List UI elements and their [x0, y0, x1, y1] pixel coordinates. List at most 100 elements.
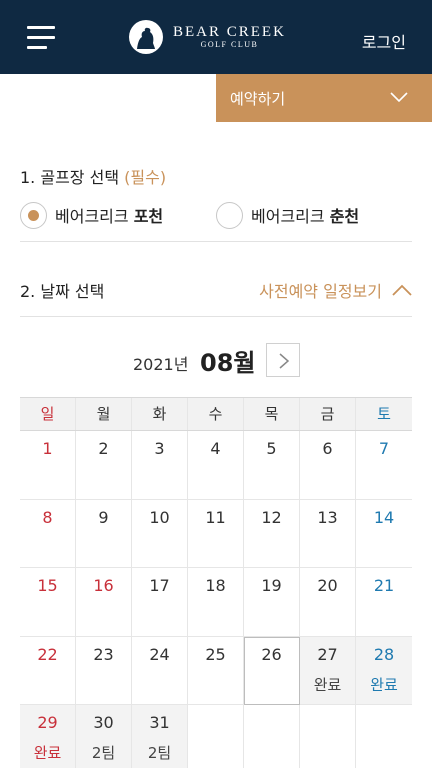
day-number: 11: [205, 507, 226, 527]
day-number: 3: [154, 439, 165, 458]
calendar-day-cell[interactable]: 26: [244, 636, 300, 705]
calendar-day-cell[interactable]: 4: [188, 431, 244, 500]
chevron-up-icon: [392, 284, 412, 296]
section-divider: [20, 241, 412, 242]
day-number: 13: [317, 507, 338, 527]
day-number: 1: [42, 439, 53, 458]
weekday-sat: 토: [377, 405, 391, 423]
calendar-empty-cell: [244, 705, 300, 768]
calendar-day-cell[interactable]: 9: [76, 499, 132, 568]
course-select-title: 1. 골프장 선택 (필수): [20, 168, 167, 187]
day-status: 완료: [33, 744, 62, 762]
calendar-day-cell[interactable]: 27 완료: [300, 636, 356, 705]
brand-subtitle: GOLF CLUB: [200, 40, 259, 49]
menu-icon[interactable]: [27, 26, 55, 50]
course-option-chuncheon[interactable]: 베어크리크 춘천: [216, 200, 359, 230]
calendar-grid: 일 월 화 수 목 금 토 1 2 3 4 5 6 7 8 9 10 11 12 13 14 15 16 17 1…: [20, 397, 412, 768]
calendar-day-cell[interactable]: 31 2팀: [132, 705, 188, 768]
calendar-day-cell[interactable]: 28 완료: [356, 636, 412, 705]
day-status: 2팀: [147, 744, 172, 762]
day-number: 19: [261, 576, 282, 595]
calendar-day-cell[interactable]: 3: [132, 431, 188, 500]
calendar-day-cell[interactable]: 6: [300, 431, 356, 500]
day-number: 14: [373, 507, 395, 527]
calendar-day-cell[interactable]: 8: [20, 499, 76, 568]
calendar-empty-cell: [300, 705, 356, 768]
day-number: 2: [98, 439, 109, 458]
calendar-day-cell[interactable]: 15: [20, 568, 76, 637]
app-header: BEAR CREEK GOLF CLUB 로그인: [0, 0, 432, 74]
calendar-day-cell[interactable]: 11: [188, 499, 244, 568]
calendar-day-cell[interactable]: 21: [356, 568, 412, 637]
bear-emblem-icon: [129, 20, 163, 54]
day-number: 22: [37, 644, 58, 664]
calendar-day-cell[interactable]: 5: [244, 431, 300, 500]
weekday-tue: 화: [132, 398, 188, 430]
day-number: 26: [261, 644, 282, 664]
day-number: 29: [37, 713, 58, 732]
calendar-day-cell[interactable]: 2: [76, 431, 132, 500]
brand-title: BEAR CREEK: [173, 24, 286, 40]
calendar-day-cell[interactable]: 12: [244, 499, 300, 568]
calendar-day-cell[interactable]: 24: [132, 636, 188, 705]
day-number: 17: [149, 576, 170, 595]
day-status: 2팀: [91, 744, 116, 762]
chevron-right-icon: [279, 353, 290, 369]
reserve-label: 예약하기: [230, 90, 286, 108]
chevron-down-icon: [390, 92, 408, 103]
calendar-days: 1 2 3 4 5 6 7 8 9 10 11 12 13 14 15 16 17 18 19 20 21 22 23 24 2…: [20, 431, 412, 768]
weekday-fri: 금: [300, 398, 356, 430]
radio-checked-icon[interactable]: [20, 201, 47, 229]
calendar-day-cell[interactable]: 30 2팀: [76, 705, 132, 768]
day-number: 7: [378, 439, 390, 458]
day-number: 12: [261, 507, 282, 527]
day-number: 9: [98, 507, 109, 527]
section-divider: [20, 316, 412, 317]
brand-logo[interactable]: BEAR CREEK GOLF CLUB: [127, 19, 286, 55]
calendar-day-cell[interactable]: 18: [188, 568, 244, 637]
day-number: 25: [205, 644, 226, 664]
next-month-button[interactable]: [266, 343, 300, 377]
day-number: 20: [317, 576, 338, 595]
calendar-day-cell[interactable]: 25: [188, 636, 244, 705]
day-status: 완료: [370, 675, 398, 694]
calendar-empty-cell: [356, 705, 412, 768]
month-navigator: 2021년 08월: [0, 342, 432, 378]
day-number: 15: [37, 576, 58, 595]
calendar-day-cell[interactable]: 20: [300, 568, 356, 637]
year-label: 2021년: [133, 355, 189, 374]
day-number: 27: [317, 644, 338, 664]
date-select-title: 2. 날짜 선택: [20, 282, 105, 301]
day-number: 6: [322, 439, 333, 458]
day-status: 완료: [313, 675, 342, 694]
calendar-day-cell[interactable]: 17: [132, 568, 188, 637]
day-number: 21: [373, 576, 395, 595]
weekday-header: 일 월 화 수 목 금 토: [20, 397, 412, 431]
weekday-wed: 수: [188, 398, 244, 430]
calendar-day-cell[interactable]: 10: [132, 499, 188, 568]
calendar-day-cell[interactable]: 7: [356, 431, 412, 500]
day-number: 4: [210, 439, 221, 458]
weekday-thu: 목: [244, 398, 300, 430]
required-badge: (필수): [124, 168, 167, 187]
calendar-day-cell[interactable]: 23: [76, 636, 132, 705]
calendar-day-cell[interactable]: 29 완료: [20, 705, 76, 768]
day-number: 28: [373, 644, 395, 664]
day-number: 31: [149, 713, 170, 732]
pre-reservation-schedule-link[interactable]: 사전예약 일정보기: [259, 278, 412, 302]
calendar-day-cell[interactable]: 1: [20, 431, 76, 500]
login-link[interactable]: 로그인: [362, 29, 406, 53]
day-number: 18: [205, 576, 226, 595]
calendar-day-cell[interactable]: 19: [244, 568, 300, 637]
calendar-day-cell[interactable]: 22: [20, 636, 76, 705]
weekday-mon: 월: [76, 398, 132, 430]
calendar-day-cell[interactable]: 13: [300, 499, 356, 568]
radio-unchecked-icon[interactable]: [216, 201, 243, 229]
calendar-day-cell[interactable]: 14: [356, 500, 412, 568]
day-number: 10: [149, 507, 170, 527]
course-option-pocheon[interactable]: 베어크리크 포천: [20, 200, 163, 230]
month-label: 08월: [200, 349, 256, 377]
calendar-day-cell[interactable]: 16: [76, 568, 132, 637]
reserve-dropdown[interactable]: 예약하기: [216, 74, 432, 122]
day-number: 30: [93, 713, 114, 732]
